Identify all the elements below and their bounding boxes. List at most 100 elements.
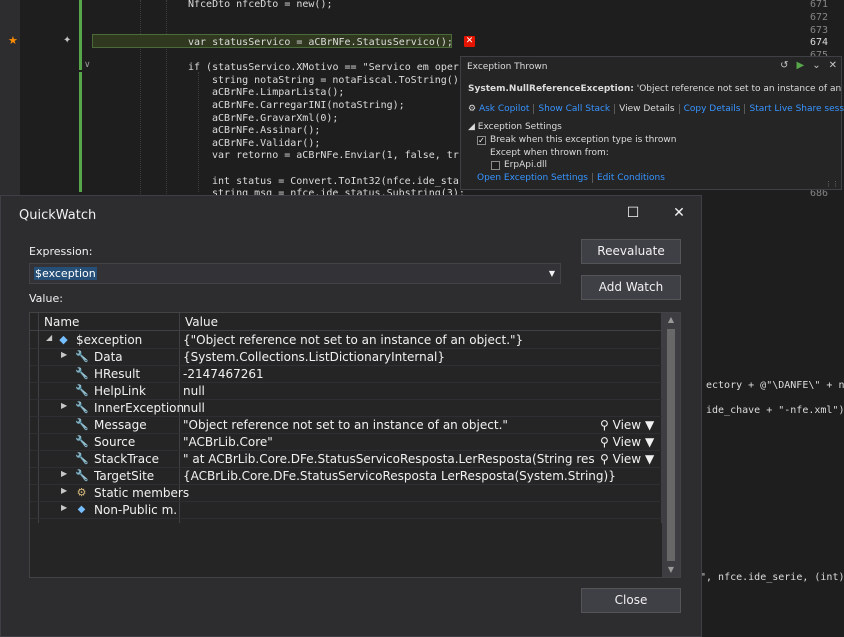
continue-icon[interactable]: ▶ xyxy=(797,60,805,71)
row-value[interactable]: "Object reference not set to an instance… xyxy=(183,418,653,432)
exception-error-icon[interactable]: ✕ xyxy=(464,36,475,47)
close-button[interactable]: Close xyxy=(581,588,681,613)
magnifier-icon: ⚲ xyxy=(600,452,609,466)
ask-copilot-link[interactable]: ⚙ Ask Copilot xyxy=(468,104,535,114)
indent-guide xyxy=(198,72,199,192)
text-visualizer-button[interactable]: ⚲ View ▼ xyxy=(600,435,655,449)
exception-settings-header[interactable]: ◢ Exception Settings xyxy=(468,122,562,132)
view-label: View xyxy=(612,435,642,449)
code-fragment[interactable]: ", nfce.ide_serie, (int)n xyxy=(700,571,844,584)
wrench-icon: 🔧 xyxy=(75,367,89,380)
table-row[interactable]: ▶ ⚙ Static members xyxy=(30,485,662,502)
break-when-thrown-row[interactable]: ✓ Break when this exception type is thro… xyxy=(477,135,676,145)
quickwatch-dialog: QuickWatch ☐ ✕ Expression: $exception ▼ … xyxy=(0,195,702,637)
history-icon[interactable]: ↺ xyxy=(780,60,788,71)
exception-helper-popup: Exception Thrown ↺ ▶ ⌄ ✕ System.NullRefe… xyxy=(460,56,844,190)
grid-header: Name Value xyxy=(30,313,662,331)
text-visualizer-button[interactable]: ⚲ View ▼ xyxy=(600,452,655,466)
expression-combobox[interactable]: $exception ▼ xyxy=(29,263,561,284)
row-value[interactable]: "ACBrLib.Core" xyxy=(183,435,653,449)
table-row[interactable]: 🔧 HResult -2147467261 xyxy=(30,366,662,383)
code-line[interactable]: aCBrNFe.CarregarINI(notaString); xyxy=(212,99,405,112)
row-value[interactable]: null xyxy=(183,401,653,415)
resize-grip-icon[interactable]: ⋮⋮ xyxy=(825,180,839,188)
close-icon[interactable]: ✕ xyxy=(829,60,837,71)
dropdown-arrow-icon[interactable]: ▼ xyxy=(645,418,654,432)
row-value[interactable]: " at ACBrLib.Core.DFe.StatusServicoRespo… xyxy=(183,452,595,466)
code-line[interactable]: var retorno = aCBrNFe.Enviar(1, false, t… xyxy=(212,149,459,162)
view-details-link[interactable]: View Details xyxy=(615,104,680,114)
scroll-up-icon[interactable]: ▲ xyxy=(662,313,680,327)
scrollbar-thumb[interactable] xyxy=(667,329,675,561)
add-watch-button[interactable]: Add Watch xyxy=(581,275,681,300)
vertical-scrollbar[interactable]: ▲ ▼ xyxy=(662,313,680,577)
expand-triangle-icon[interactable]: ▶ xyxy=(61,503,67,512)
module-label: ErpApi.dll xyxy=(504,160,548,170)
expand-triangle-icon[interactable]: ▶ xyxy=(61,401,67,410)
edit-conditions-link[interactable]: Edit Conditions xyxy=(593,173,669,183)
exception-helper-title: Exception Thrown xyxy=(467,62,548,72)
exception-bottom-links: Open Exception Settings Edit Conditions xyxy=(477,173,669,183)
code-line[interactable]: if (statusServico.XMotivo == "Servico em… xyxy=(188,61,459,74)
column-header-value[interactable]: Value xyxy=(185,315,218,329)
row-value[interactable]: {"Object reference not set to an instanc… xyxy=(183,333,653,347)
row-name: $exception xyxy=(76,333,143,347)
reevaluate-button[interactable]: Reevaluate xyxy=(581,239,681,264)
row-value[interactable]: -2147467261 xyxy=(183,367,653,381)
wrench-icon: 🔧 xyxy=(75,452,89,465)
column-header-name[interactable]: Name xyxy=(44,315,79,329)
row-value[interactable]: {ACBrLib.Core.DFe.StatusServicoResposta … xyxy=(183,469,653,483)
exception-type: System.NullReferenceException: xyxy=(468,84,634,94)
maximize-icon[interactable]: ☐ xyxy=(621,203,645,223)
ask-copilot-label: Ask Copilot xyxy=(478,104,530,114)
code-fragment[interactable]: ectory + @"\DANFE\" + nfc xyxy=(706,379,844,392)
module-checkbox[interactable] xyxy=(491,160,500,170)
expand-triangle-icon[interactable]: ▶ xyxy=(61,469,67,478)
table-row[interactable]: 🔧 HelpLink null xyxy=(30,383,662,400)
break-when-thrown-checkbox[interactable]: ✓ xyxy=(477,135,486,145)
bookmark-icon[interactable]: ★ xyxy=(8,34,22,48)
collapse-triangle-icon[interactable]: ◢ xyxy=(46,333,52,342)
wrench-icon: 🔧 xyxy=(75,401,89,414)
fold-chevron-icon[interactable]: ∨ xyxy=(84,60,91,70)
dropdown-arrow-icon[interactable]: ▼ xyxy=(645,452,654,466)
value-grid[interactable]: Name Value ◢ ◆ $exception {"Object refer… xyxy=(29,312,681,578)
code-line-current[interactable]: var statusServico = aCBrNFe.StatusServic… xyxy=(188,36,453,49)
code-fragment[interactable]: ide_chave + "-nfe.xml"); xyxy=(706,404,844,417)
line-number: 671 xyxy=(809,0,828,10)
code-line[interactable]: aCBrNFe.Assinar(); xyxy=(212,124,320,137)
module-row[interactable]: ErpApi.dll xyxy=(491,160,547,170)
table-row[interactable]: ▶ 🔧 TargetSite {ACBrLib.Core.DFe.StatusS… xyxy=(30,468,662,485)
pin-icon[interactable]: ⌄ xyxy=(812,60,820,71)
code-line[interactable]: aCBrNFe.LimparLista(); xyxy=(212,86,344,99)
table-row[interactable]: ▶ ◆ Non-Public m... xyxy=(30,502,662,519)
open-exception-settings-link[interactable]: Open Exception Settings xyxy=(477,173,593,183)
show-call-stack-link[interactable]: Show Call Stack xyxy=(534,104,616,114)
row-name: Source xyxy=(94,435,136,449)
table-row[interactable]: ▶ 🔧 Data {System.Collections.ListDiction… xyxy=(30,349,662,366)
table-row[interactable]: 🔧 Source "ACBrLib.Core" ⚲ View ▼ xyxy=(30,434,662,451)
code-line[interactable]: NfceDto nfceDto = new(); xyxy=(188,0,333,11)
text-visualizer-button[interactable]: ⚲ View ▼ xyxy=(600,418,655,432)
magnifier-icon: ⚲ xyxy=(600,435,609,449)
table-row[interactable]: 🔧 Message "Object reference not set to a… xyxy=(30,417,662,434)
live-share-link[interactable]: Start Live Share session... xyxy=(745,104,844,114)
exception-message: System.NullReferenceException: 'Object r… xyxy=(468,84,844,94)
line-number: 674 xyxy=(809,37,828,48)
table-row[interactable]: 🔧 StackTrace " at ACBrLib.Core.DFe.Statu… xyxy=(30,451,662,468)
dropdown-arrow-icon[interactable]: ▼ xyxy=(544,264,560,283)
scroll-down-icon[interactable]: ▼ xyxy=(662,563,680,577)
expression-input[interactable]: $exception xyxy=(34,267,97,280)
view-label: View xyxy=(612,418,642,432)
close-icon[interactable]: ✕ xyxy=(667,203,691,223)
expand-triangle-icon[interactable]: ▶ xyxy=(61,486,67,495)
row-value[interactable]: null xyxy=(183,384,653,398)
table-row[interactable]: ▶ 🔧 InnerException null xyxy=(30,400,662,417)
table-row[interactable]: ◢ ◆ $exception {"Object reference not se… xyxy=(30,332,662,349)
expand-triangle-icon[interactable]: ▶ xyxy=(61,350,67,359)
copy-details-link[interactable]: Copy Details xyxy=(680,104,746,114)
dropdown-arrow-icon[interactable]: ▼ xyxy=(645,435,654,449)
row-value[interactable]: {System.Collections.ListDictionaryIntern… xyxy=(183,350,653,364)
copilot-icon: ⚙ xyxy=(468,104,477,114)
edit-pin-icon[interactable]: ✦ xyxy=(63,35,75,47)
